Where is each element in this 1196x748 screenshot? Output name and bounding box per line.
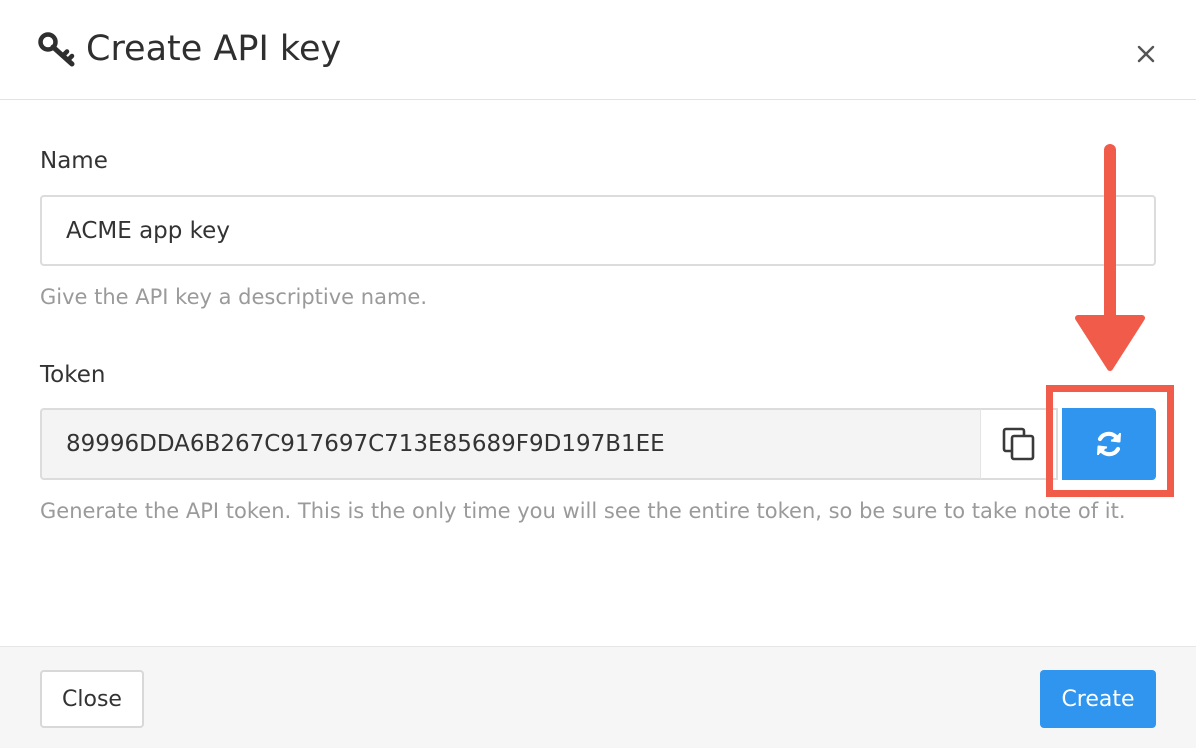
- close-button[interactable]: Close: [40, 670, 144, 728]
- dialog-title-group: Create API key: [38, 24, 341, 74]
- token-label: Token: [40, 362, 106, 388]
- name-help-text: Give the API key a descriptive name.: [40, 285, 428, 309]
- refresh-icon: [1093, 428, 1125, 460]
- token-help-text: Generate the API token. This is the only…: [40, 499, 1126, 523]
- copy-token-button[interactable]: [980, 408, 1058, 480]
- key-icon: [38, 31, 76, 67]
- create-button[interactable]: Create: [1040, 670, 1156, 728]
- dialog-header: Create API key: [0, 0, 1196, 100]
- name-input[interactable]: [40, 195, 1156, 266]
- token-input[interactable]: [40, 408, 981, 480]
- regenerate-token-button[interactable]: [1062, 408, 1156, 480]
- name-label: Name: [40, 148, 108, 174]
- dialog-footer: [0, 646, 1196, 748]
- dialog-title: Create API key: [86, 29, 342, 69]
- close-icon[interactable]: [1132, 40, 1160, 68]
- copy-icon: [1001, 426, 1037, 462]
- create-api-key-dialog: Create API key Name Give the API key a d…: [0, 0, 1196, 748]
